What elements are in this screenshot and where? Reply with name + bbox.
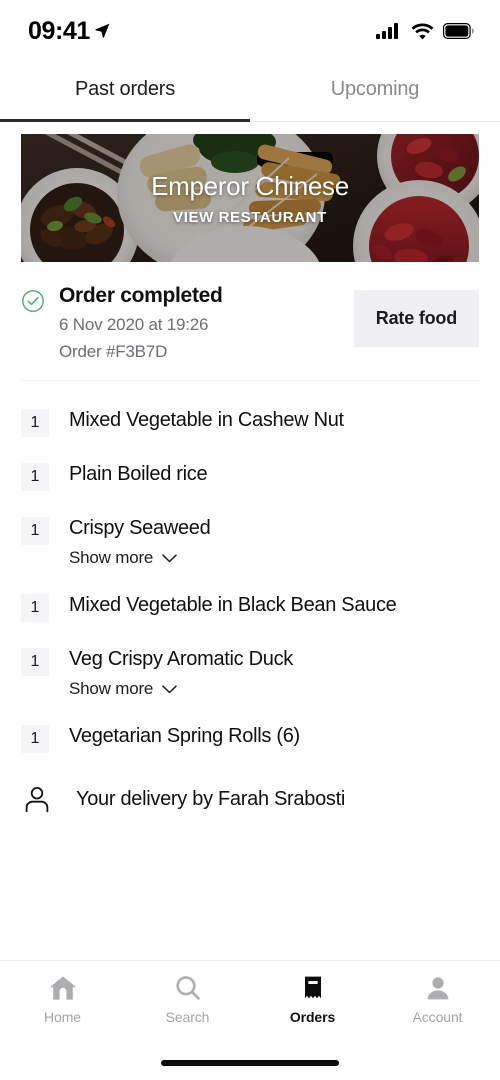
- location-arrow-icon: [95, 23, 110, 38]
- item-name: Mixed Vegetable in Cashew Nut: [69, 409, 344, 431]
- list-item[interactable]: 1 Mixed Vegetable in Cashew Nut: [21, 395, 479, 449]
- nav-item-home[interactable]: Home: [0, 974, 125, 1025]
- item-quantity: 1: [21, 725, 49, 753]
- order-info: Order completed 6 Nov 2020 at 19:26 Orde…: [55, 284, 354, 362]
- item-body: Mixed Vegetable in Cashew Nut: [49, 408, 344, 432]
- wifi-icon: [411, 23, 434, 39]
- order-items-list: 1 Mixed Vegetable in Cashew Nut 1 Plain …: [0, 381, 500, 765]
- nav-item-search[interactable]: Search: [125, 974, 250, 1025]
- order-detail-content: Emperor Chinese VIEW RESTAURANT Order co…: [0, 122, 500, 960]
- restaurant-banner[interactable]: Emperor Chinese VIEW RESTAURANT: [21, 134, 479, 262]
- item-name: Crispy Seaweed: [69, 517, 211, 539]
- home-icon: [49, 976, 76, 1000]
- item-body: Mixed Vegetable in Black Bean Sauce: [49, 593, 397, 617]
- person-outline-icon: [25, 786, 49, 813]
- rate-food-button[interactable]: Rate food: [353, 290, 479, 347]
- item-name: Vegetarian Spring Rolls (6): [69, 725, 300, 747]
- status-bar: 09:41: [0, 0, 500, 62]
- item-name: Veg Crispy Aromatic Duck: [69, 648, 293, 670]
- status-time: 09:41: [28, 16, 90, 45]
- order-summary: Order completed 6 Nov 2020 at 19:26 Orde…: [0, 262, 500, 362]
- order-status-text: Order completed: [59, 284, 223, 307]
- item-quantity: 1: [21, 594, 49, 622]
- item-body: Crispy Seaweed Show more: [49, 516, 211, 568]
- order-datetime: 6 Nov 2020 at 19:26: [59, 315, 209, 334]
- check-circle-icon: [22, 290, 44, 312]
- search-icon: [175, 976, 200, 1000]
- nav-item-orders[interactable]: Orders: [250, 974, 375, 1025]
- item-body: Plain Boiled rice: [49, 462, 208, 486]
- bottom-navigation: Home Search Orders Account: [0, 960, 500, 1046]
- battery-full-icon: [443, 23, 474, 39]
- list-item[interactable]: 1 Vegetarian Spring Rolls (6): [21, 711, 479, 765]
- list-item[interactable]: 1 Plain Boiled rice: [21, 449, 479, 503]
- tab-past-orders[interactable]: Past orders: [0, 62, 250, 122]
- item-body: Vegetarian Spring Rolls (6): [49, 724, 300, 748]
- nav-label-account: Account: [412, 1009, 463, 1025]
- tab-upcoming[interactable]: Upcoming: [250, 62, 500, 122]
- receipt-icon: [304, 976, 321, 999]
- show-more-toggle[interactable]: Show more: [69, 679, 293, 699]
- show-more-toggle[interactable]: Show more: [69, 548, 210, 568]
- order-tabs: Past orders Upcoming: [0, 62, 500, 122]
- app-screen: 09:41 Past orders Upcoming Emperor Chine…: [0, 0, 500, 1080]
- item-name: Mixed Vegetable in Black Bean Sauce: [69, 594, 397, 616]
- banner-text: Emperor Chinese VIEW RESTAURANT: [21, 134, 479, 262]
- nav-item-account[interactable]: Account: [375, 974, 500, 1025]
- chevron-down-icon: [162, 684, 177, 693]
- item-quantity: 1: [21, 648, 49, 676]
- home-indicator[interactable]: [161, 1060, 339, 1066]
- item-name: Plain Boiled rice: [69, 463, 208, 485]
- nav-label-search: Search: [165, 1009, 210, 1025]
- status-icon-wrap: [21, 284, 55, 362]
- nav-label-orders: Orders: [289, 1009, 336, 1025]
- view-restaurant-label[interactable]: VIEW RESTAURANT: [173, 209, 327, 226]
- status-bar-left: 09:41: [28, 17, 111, 46]
- show-more-label: Show more: [69, 548, 154, 567]
- list-item[interactable]: 1 Veg Crispy Aromatic Duck Show more: [21, 634, 479, 711]
- list-item[interactable]: 1 Crispy Seaweed Show more: [21, 503, 479, 580]
- nav-label-home: Home: [44, 1009, 81, 1025]
- delivery-courier-row[interactable]: Your delivery by Farah Srabosti: [0, 765, 500, 831]
- home-indicator-area: [0, 1046, 500, 1080]
- status-bar-right: [376, 22, 474, 40]
- restaurant-name: Emperor Chinese: [151, 170, 349, 201]
- item-quantity: 1: [21, 409, 49, 437]
- item-quantity: 1: [21, 517, 49, 545]
- item-quantity: 1: [21, 463, 49, 491]
- cellular-signal-icon: [376, 23, 398, 39]
- item-body: Veg Crispy Aromatic Duck Show more: [49, 647, 293, 699]
- account-icon: [427, 977, 448, 1000]
- chevron-down-icon: [162, 553, 177, 562]
- courier-name: Your delivery by Farah Srabosti: [76, 787, 345, 810]
- order-id: Order #F3B7D: [59, 342, 168, 361]
- show-more-label: Show more: [69, 679, 154, 698]
- list-item[interactable]: 1 Mixed Vegetable in Black Bean Sauce: [21, 580, 479, 634]
